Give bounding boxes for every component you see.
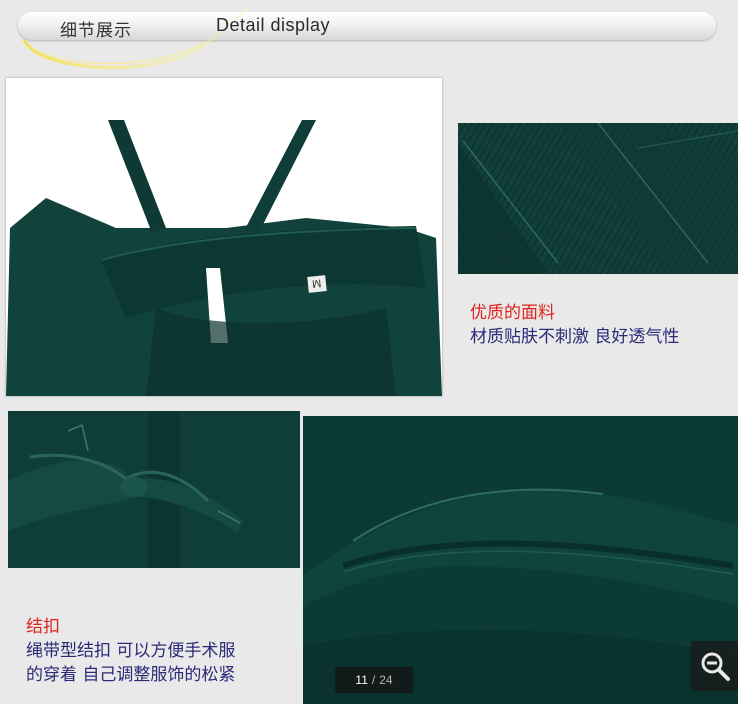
size-tag-label: M (311, 276, 322, 290)
knot-caption-line-1: 绳带型结扣 可以方便手术服 (26, 641, 236, 661)
header-title-en: Detail display (216, 15, 331, 35)
zoom-out-button[interactable] (691, 641, 738, 691)
collar-detail-photo: M (6, 78, 442, 396)
fabric-caption-title: 优质的面料 (470, 303, 555, 323)
fabric-caption-description: 材质贴肤不刺激 良好透气性 (470, 327, 680, 347)
pocket-detail-photo (303, 416, 738, 704)
page-separator: / (371, 673, 376, 687)
knot-caption-title: 结扣 (26, 617, 60, 637)
knot-caption-line-2: 的穿着 自己调整服饰的松紧 (26, 665, 236, 685)
current-page-number: 11 (355, 673, 368, 687)
page-counter: 11 / 24 (335, 667, 413, 693)
fabric-closeup-photo (458, 123, 738, 274)
header-title-cn: 细节展示 (60, 21, 132, 41)
total-page-number: 24 (379, 673, 393, 687)
tie-knot-photo (8, 411, 300, 568)
zoom-out-icon (701, 652, 730, 681)
